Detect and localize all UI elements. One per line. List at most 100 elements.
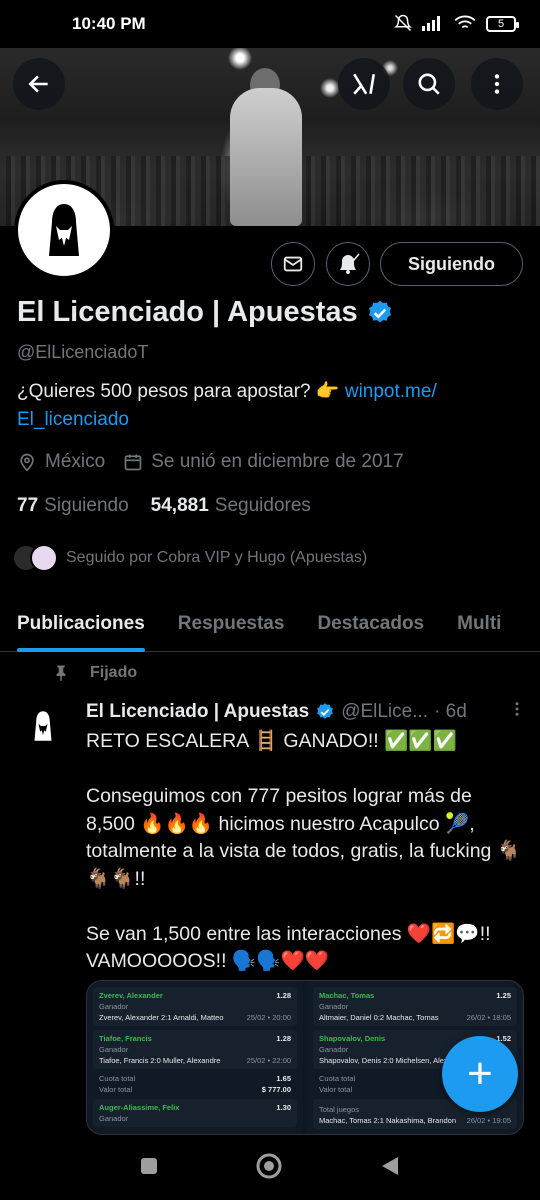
more-vertical-icon xyxy=(494,74,500,94)
bet-result: Altmaier, Daniel 0:2 Machac, Tomas xyxy=(319,1013,439,1022)
bell-check-icon xyxy=(340,253,360,274)
message-button[interactable] xyxy=(271,242,315,286)
pin-icon xyxy=(56,665,66,682)
followed-by-avatars xyxy=(12,544,58,572)
verified-badge-icon xyxy=(317,703,334,719)
verified-badge-icon xyxy=(368,300,391,322)
joined-text: Se unió en diciembre de 2017 xyxy=(151,451,404,472)
profile-meta: México Se unió en diciembre de 2017 xyxy=(17,451,404,473)
display-name: El Licenciado | Apuestas xyxy=(17,296,358,328)
battery-icon: 5 xyxy=(486,16,519,32)
bet-selection: Shapovalov, Denis xyxy=(319,1034,386,1043)
profile-name: El Licenciado | Apuestas xyxy=(17,296,394,329)
bet-card: Auger-Aliassime, Felix 1.30 Ganador xyxy=(93,1099,297,1127)
following-button[interactable]: Siguiendo xyxy=(380,242,523,286)
bio-link-cont[interactable]: El_licenciado xyxy=(17,409,129,430)
followed-by[interactable]: Seguido por Cobra VIP y Hugo (Apuestas) xyxy=(12,544,367,572)
post-avatar[interactable] xyxy=(17,700,69,752)
post-text: RETO ESCALERA 🪜 GANADO!! ✅✅✅ Conseguimos… xyxy=(86,730,522,972)
bet-odds: 1.28 xyxy=(276,991,291,1000)
follow-counts: 77 Siguiendo 54,881 Seguidores xyxy=(17,495,311,517)
bet-market: Ganador xyxy=(99,1002,129,1011)
suit-logo-icon xyxy=(34,711,52,741)
pinned-text: Fijado xyxy=(90,664,138,681)
more-options-button[interactable] xyxy=(471,58,523,110)
calendar-icon xyxy=(124,454,142,471)
bet-odds: 1.25 xyxy=(496,991,511,1000)
bet-date: 25/02 • 22:00 xyxy=(246,1056,291,1065)
total-value-label: Valor total xyxy=(99,1085,133,1094)
following-count-link[interactable]: 77 Siguiendo xyxy=(17,495,129,517)
system-nav-bar xyxy=(0,1136,540,1200)
tab-respuestas[interactable]: Respuestas xyxy=(178,596,285,652)
tab-destacados[interactable]: Destacados xyxy=(317,596,424,652)
bet-odds: 1.28 xyxy=(276,1034,291,1043)
arrow-left-icon xyxy=(28,75,48,93)
total-value: $ 777.00 xyxy=(261,1085,291,1094)
tab-publicaciones[interactable]: Publicaciones xyxy=(17,596,145,652)
wifi-icon xyxy=(454,15,476,34)
bet-card: Zverev, Alexander 1.28 Ganador Zverev, Al… xyxy=(93,987,297,1026)
bet-result: Machac, Tomas 2:1 Nakashima, Brandon xyxy=(319,1116,457,1125)
following-count: 77 xyxy=(17,495,39,516)
bet-card: Machac, Tomas 1.25 Ganador Altmaier, Dani… xyxy=(313,987,517,1026)
post-author-handle[interactable]: @ElLice... xyxy=(341,701,428,723)
bet-result: Tiafoe, Francis 2:0 Muller, Alexandre xyxy=(99,1056,221,1065)
total-odds-label: Cuota total xyxy=(99,1074,136,1083)
total-value-row: Valor total $ 777.00 xyxy=(93,1084,297,1095)
plus-icon: + xyxy=(467,1049,493,1098)
status-bar: 10:40 PM 5 xyxy=(0,0,540,48)
location-pin-icon xyxy=(20,453,34,472)
post-more-button[interactable] xyxy=(508,700,526,724)
avatar xyxy=(30,544,58,572)
search-button[interactable] xyxy=(403,58,455,110)
status-icons: 5 xyxy=(393,14,519,35)
followed-by-text: Seguido por Cobra VIP y Hugo (Apuestas) xyxy=(66,549,368,566)
status-time: 10:40 PM xyxy=(72,14,146,33)
bio-text: ¿Quieres 500 pesos para apostar? 👉 xyxy=(17,381,345,402)
more-vertical-icon xyxy=(515,702,519,716)
bet-slip-left: Zverev, Alexander 1.28 Ganador Zverev, Al… xyxy=(87,981,303,1134)
total-value-label: Valor total xyxy=(319,1085,353,1094)
bet-date: 26/02 • 19:05 xyxy=(466,1116,511,1125)
search-icon xyxy=(418,73,440,95)
back-button[interactable] xyxy=(13,58,65,110)
bet-selection: Tiafoe, Francis xyxy=(99,1034,152,1043)
pinned-label: Fijado xyxy=(52,664,137,682)
profile-avatar[interactable] xyxy=(14,180,114,280)
back-nav-button[interactable] xyxy=(379,1155,401,1182)
square-icon xyxy=(141,1157,157,1174)
recents-button[interactable] xyxy=(139,1156,159,1181)
triangle-back-icon xyxy=(382,1156,398,1175)
notifications-button[interactable] xyxy=(326,242,370,286)
bio-link[interactable]: winpot.me/ xyxy=(345,381,437,402)
home-button[interactable] xyxy=(255,1152,283,1185)
profile-bio: ¿Quieres 500 pesos para apostar? 👉 winpo… xyxy=(17,378,527,434)
location-text: México xyxy=(45,451,106,472)
circle-icon xyxy=(256,1153,282,1178)
grok-button[interactable] xyxy=(338,58,390,110)
bet-result: Shapovalov, Denis 2:0 Michelsen, Alex xyxy=(319,1056,448,1065)
bet-odds: 1.30 xyxy=(276,1103,291,1112)
bet-result: Zverev, Alexander 2:1 Arnaldi, Matteo xyxy=(99,1013,224,1022)
signal-icon xyxy=(422,15,444,34)
profile-tabs: Publicaciones Respuestas Destacados Mult… xyxy=(0,596,540,652)
following-label: Siguiendo xyxy=(44,495,129,516)
post-time[interactable]: · 6d xyxy=(434,701,467,723)
bet-market: Ganador xyxy=(99,1114,129,1123)
post-author-name[interactable]: El Licenciado | Apuestas xyxy=(86,701,309,723)
compose-post-button[interactable]: + xyxy=(442,1036,518,1112)
followers-count-link[interactable]: 54,881 Seguidores xyxy=(151,495,311,517)
bet-selection: Auger-Aliassime, Felix xyxy=(99,1103,180,1112)
banner-player xyxy=(230,88,302,226)
bet-date: 26/02 • 18:05 xyxy=(466,1013,511,1022)
profile-handle: @ElLicenciadoT xyxy=(17,342,149,362)
total-odds-value: 1.65 xyxy=(276,1074,291,1083)
followers-count: 54,881 xyxy=(150,495,209,516)
total-odds-row: Cuota total 1.65 xyxy=(93,1073,297,1084)
tab-multimedia[interactable]: Multi xyxy=(457,596,501,652)
post-header: El Licenciado | Apuestas @ElLice... · 6d xyxy=(86,700,526,724)
total-odds-label: Cuota total xyxy=(319,1074,356,1083)
bet-selection: Machac, Tomas xyxy=(319,991,375,1000)
bet-market: Ganador xyxy=(319,1002,349,1011)
